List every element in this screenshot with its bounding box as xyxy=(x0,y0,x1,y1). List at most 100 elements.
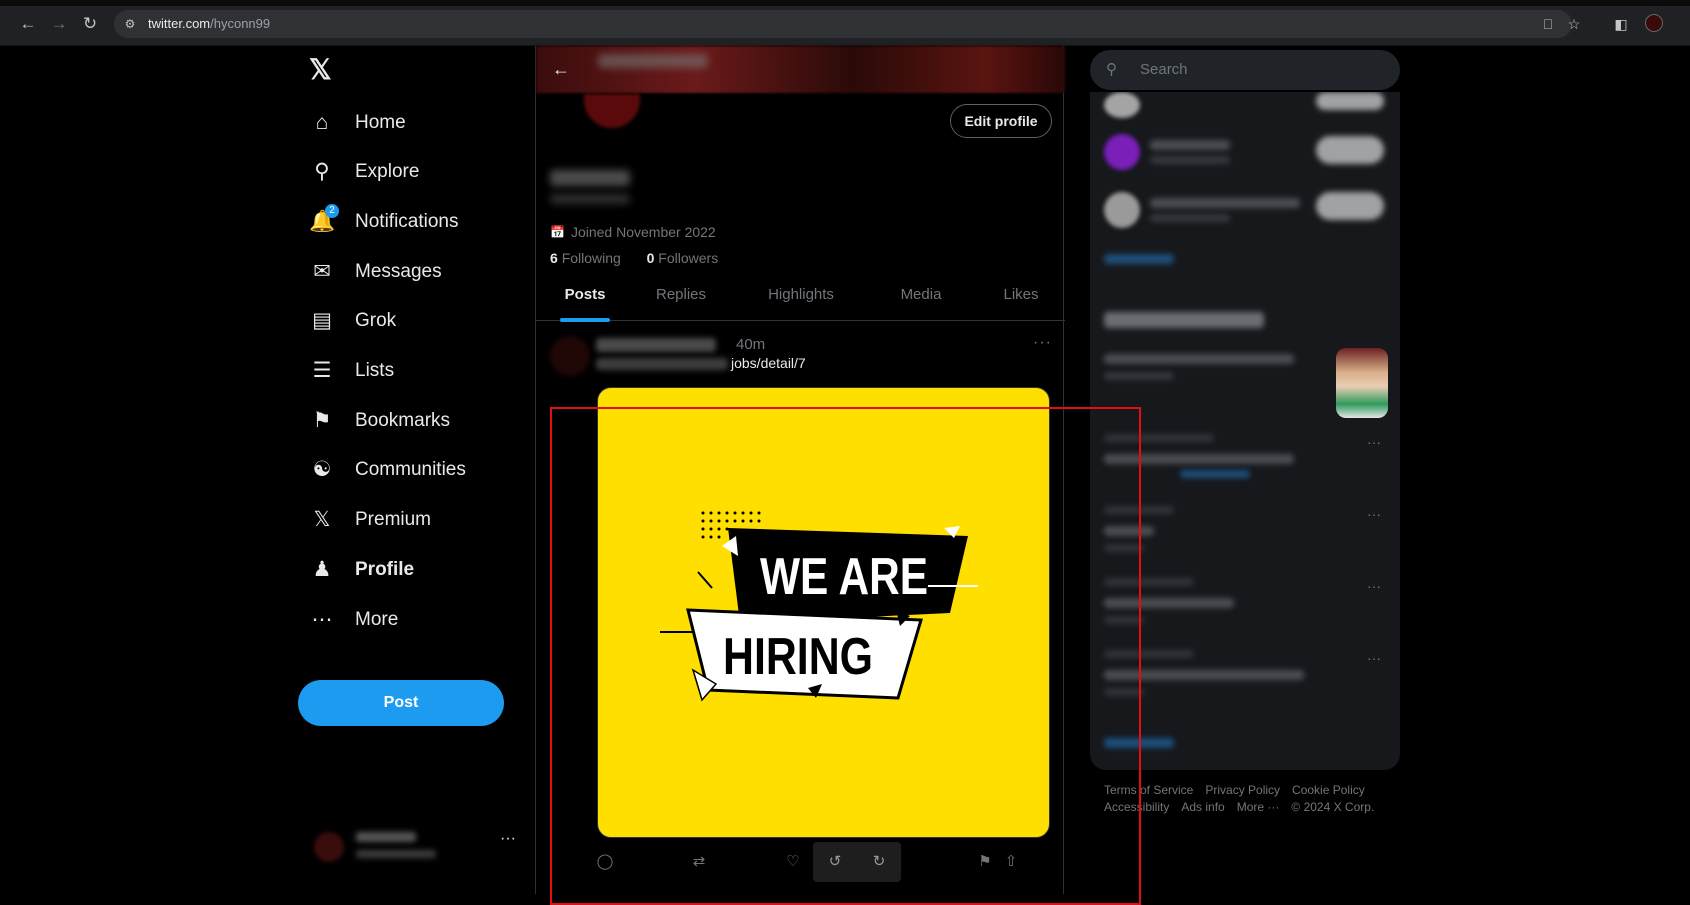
browser-profile-avatar[interactable] xyxy=(1645,14,1663,32)
nav-lists-label: Lists xyxy=(355,360,395,381)
nav-premium-label: Premium xyxy=(355,509,432,530)
trend-more-icon[interactable]: ··· xyxy=(1367,434,1381,450)
tab-replies[interactable]: Replies xyxy=(651,268,711,321)
nav-more-label: More xyxy=(355,609,399,630)
retweet-icon[interactable]: ⇄ xyxy=(689,852,709,872)
trend-category-blurred xyxy=(1104,434,1214,442)
nav-grok[interactable]: ▤ Grok xyxy=(300,296,520,346)
tweet-timestamp[interactable]: 40m xyxy=(736,336,765,353)
nav-communities-label: Communities xyxy=(355,459,466,480)
nav-explore-label: Explore xyxy=(355,161,420,182)
tweet-text[interactable]: jobs/detail/7 xyxy=(731,355,806,371)
url-text[interactable]: twitter.com/hyconn99 xyxy=(148,16,270,31)
tweet[interactable]: 40m ··· jobs/detail/7 WE ARE HIRING ◯ ⇄ … xyxy=(536,322,1065,894)
nav-messages-label: Messages xyxy=(355,261,442,282)
trend-more-icon[interactable]: ··· xyxy=(1367,578,1381,594)
bookmark-star-icon[interactable]: ☆ xyxy=(1565,15,1583,33)
home-icon: ⌂ xyxy=(315,111,329,134)
rotate-left-icon[interactable]: ↺ xyxy=(825,852,845,872)
nav-premium[interactable]: 𝕏 Premium xyxy=(300,495,520,545)
suggestion-name-blurred xyxy=(1150,140,1230,150)
trend-meta-blurred xyxy=(1104,372,1174,380)
tweet-more-icon[interactable]: ··· xyxy=(1033,334,1052,352)
nav-more[interactable]: ⋯ More xyxy=(300,595,520,645)
tab-highlights[interactable]: Highlights xyxy=(761,268,841,321)
nav-home[interactable]: ⌂ Home xyxy=(300,98,520,148)
grok-icon: ▤ xyxy=(312,309,332,332)
nav-communities[interactable]: ☯ Communities xyxy=(300,445,520,495)
reply-icon[interactable]: ◯ xyxy=(595,852,615,872)
tab-posts[interactable]: Posts xyxy=(558,268,612,321)
trend-more-icon[interactable]: ··· xyxy=(1367,506,1381,522)
trend-name-blurred xyxy=(1104,670,1304,680)
calendar-icon: 📅 xyxy=(550,225,565,239)
like-icon[interactable]: ♡ xyxy=(783,852,803,872)
nav-notifications[interactable]: 🔔 2 Notifications xyxy=(300,197,520,247)
follow-button-blurred[interactable] xyxy=(1316,92,1384,110)
footer-more[interactable]: More ··· xyxy=(1237,800,1280,814)
trend-name-blurred xyxy=(1104,598,1234,608)
nav-bookmarks[interactable]: ⚑ Bookmarks xyxy=(300,396,520,446)
nav-notifications-label: Notifications xyxy=(355,211,459,232)
trend-count-blurred xyxy=(1104,616,1144,624)
account-switcher[interactable]: ··· xyxy=(306,830,516,870)
search-input[interactable]: Search xyxy=(1140,61,1188,78)
x-page: 𝕏 ⌂ Home ⚲ Explore 🔔 2 Notifications ✉ Me… xyxy=(0,46,1690,905)
install-app-icon[interactable]: ⎕ xyxy=(1539,15,1557,33)
footer-privacy[interactable]: Privacy Policy xyxy=(1205,783,1280,797)
edit-profile-button[interactable]: Edit profile xyxy=(950,104,1052,138)
footer-cookie[interactable]: Cookie Policy xyxy=(1292,783,1365,797)
follow-button-blurred[interactable] xyxy=(1316,192,1384,220)
account-name-blurred xyxy=(356,832,416,842)
url-host: twitter.com xyxy=(148,16,211,31)
account-handle-blurred xyxy=(356,850,436,858)
rotate-right-icon[interactable]: ↻ xyxy=(869,852,889,872)
forward-icon[interactable]: → xyxy=(49,14,69,34)
profile-avatar[interactable] xyxy=(584,94,640,128)
footer-links: Terms of Service Privacy Policy Cookie Pol… xyxy=(1104,782,1394,816)
trend-link-blurred xyxy=(1180,470,1250,478)
show-more-blurred[interactable] xyxy=(1104,738,1174,748)
nav-messages[interactable]: ✉ Messages xyxy=(300,247,520,297)
follow-button-blurred[interactable] xyxy=(1316,136,1384,164)
nav-explore[interactable]: ⚲ Explore xyxy=(300,147,520,197)
suggestion-name-blurred xyxy=(1150,198,1300,208)
trend-more-icon[interactable]: ··· xyxy=(1367,650,1381,666)
tweet-image[interactable]: WE ARE HIRING xyxy=(597,387,1050,838)
search-box[interactable]: ⚲ Search xyxy=(1090,50,1400,90)
nav-profile[interactable]: ♟ Profile xyxy=(300,545,520,595)
image-text-hiring: HIRING xyxy=(723,628,873,686)
list-icon: ☰ xyxy=(312,359,332,382)
nav-lists[interactable]: ☰ Lists xyxy=(300,346,520,396)
following-link[interactable]: 6 Following xyxy=(550,250,621,266)
tab-media[interactable]: Media xyxy=(896,268,946,321)
site-info-icon[interactable]: ⚙ xyxy=(122,16,138,32)
followers-count: 0 xyxy=(646,250,655,266)
footer-ads-info[interactable]: Ads info xyxy=(1181,800,1224,814)
post-button[interactable]: Post xyxy=(298,680,504,726)
back-icon[interactable]: ← xyxy=(18,14,38,34)
bookmark-icon[interactable]: ⚑ xyxy=(975,852,995,872)
show-more-blurred[interactable] xyxy=(1104,254,1174,264)
x-logo-icon[interactable]: 𝕏 xyxy=(309,56,335,84)
search-icon: ⚲ xyxy=(1106,61,1117,78)
bookmark-icon: ⚑ xyxy=(312,409,332,432)
tab-strip xyxy=(0,0,1690,6)
share-icon[interactable]: ⇧ xyxy=(1001,852,1021,872)
trend-thumbnail[interactable] xyxy=(1336,348,1388,418)
trend-name-blurred xyxy=(1104,454,1294,464)
account-more-icon[interactable]: ··· xyxy=(500,830,516,848)
tweet-avatar[interactable] xyxy=(550,336,590,376)
address-bar[interactable]: ⚙ twitter.com/hyconn99 ⎕ ☆ xyxy=(114,10,1580,38)
reload-icon[interactable]: ↻ xyxy=(80,14,100,34)
back-arrow-icon[interactable]: ← xyxy=(548,56,574,82)
footer-accessibility[interactable]: Accessibility xyxy=(1104,800,1169,814)
followers-label: Followers xyxy=(658,250,719,266)
person-icon: ♟ xyxy=(312,558,332,581)
side-panel-icon[interactable]: ◧ xyxy=(1611,14,1631,34)
tab-likes[interactable]: Likes xyxy=(996,268,1046,321)
followers-link[interactable]: 0 Followers xyxy=(647,250,719,266)
trend-category-blurred xyxy=(1104,578,1194,586)
header-name-blurred xyxy=(598,54,708,68)
footer-terms[interactable]: Terms of Service xyxy=(1104,783,1193,797)
